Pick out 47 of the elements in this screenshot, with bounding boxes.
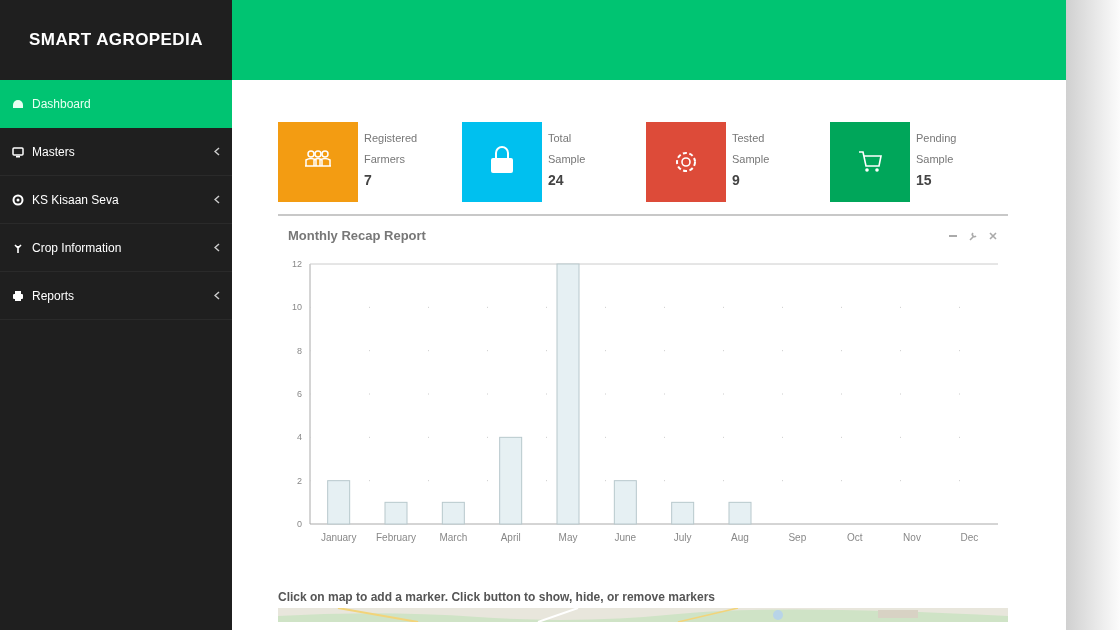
stat-value: 24 <box>548 171 565 190</box>
brand-title: SMART AGROPEDIA <box>29 29 203 52</box>
y-tick-label: 6 <box>296 388 302 399</box>
x-tick-label: May <box>558 531 578 543</box>
x-tick-label: February <box>376 531 416 543</box>
x-tick-label: June <box>614 531 637 543</box>
sidebar-item[interactable]: Masters <box>0 128 232 176</box>
stat-value: 15 <box>916 171 933 190</box>
x-tick-label: Sep <box>788 531 807 543</box>
wrench-icon[interactable] <box>968 230 978 241</box>
y-tick-label: 2 <box>296 475 302 486</box>
bar <box>671 501 695 524</box>
bar <box>613 479 637 524</box>
x-tick-label: January <box>320 531 357 543</box>
dashboard-icon <box>12 98 24 110</box>
ring-icon <box>12 193 24 206</box>
y-axis: 0 2 4 6 8 10 12 <box>292 258 311 529</box>
stat-label: Registered Farmers <box>364 131 419 167</box>
bar <box>441 501 465 524</box>
stat-label: Total Sample <box>548 131 587 167</box>
bar <box>384 501 408 524</box>
y-tick-label: 12 <box>291 258 302 269</box>
x-tick-label: April <box>500 531 521 543</box>
x-tick-label: Dec <box>960 531 979 543</box>
monitor-icon <box>12 145 24 158</box>
y-tick-label: 10 <box>291 301 302 312</box>
sidebar-item[interactable]: Crop Information <box>0 224 232 272</box>
y-tick-label: 8 <box>296 345 302 356</box>
stat-value: 9 <box>732 171 741 190</box>
panel-title: Monthly Recap Report <box>288 227 426 245</box>
x-tick-label: July <box>673 531 692 543</box>
sidebar-item[interactable]: Reports <box>0 272 232 320</box>
y-tick-label: 4 <box>296 431 302 442</box>
bar <box>327 479 351 524</box>
bar <box>728 501 752 524</box>
x-tick-label: March <box>439 531 468 543</box>
x-tick-label: Oct <box>846 531 863 543</box>
y-tick-label: 0 <box>296 518 302 529</box>
x-tick-label: Nov <box>903 531 921 543</box>
stat-label: Pending Sample <box>916 131 958 167</box>
printer-icon <box>12 289 24 302</box>
map-instructions: Click on map to add a marker. Click button to show, hide, or remove markers <box>278 588 716 606</box>
sidebar-item[interactable]: KS Kisaan Seva <box>0 176 232 224</box>
stat-label: Tested Sample <box>732 131 771 167</box>
stat-value: 7 <box>364 171 373 190</box>
x-tick-label: Aug <box>731 531 749 543</box>
close-icon[interactable] <box>988 230 998 241</box>
